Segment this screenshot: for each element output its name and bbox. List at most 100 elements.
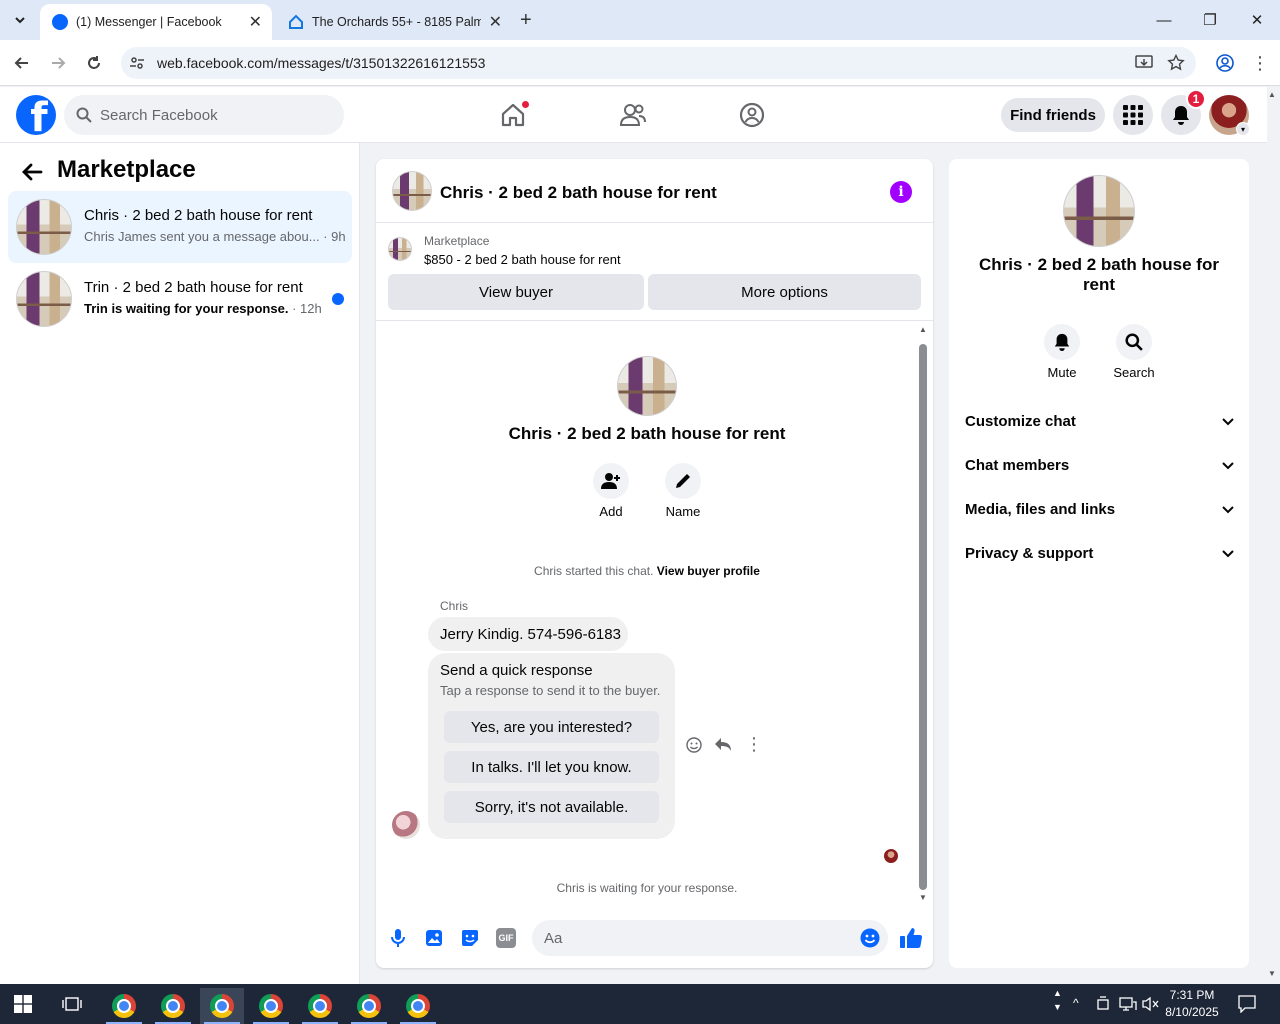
add-person-icon (601, 473, 620, 489)
taskbar-chrome-2[interactable] (151, 988, 195, 1024)
taskbar-chrome-6[interactable] (347, 988, 391, 1024)
media-files-links-row[interactable]: Media, files and links (965, 494, 1235, 524)
restore-button[interactable]: ❐ (1187, 0, 1233, 40)
chat-header-avatar[interactable] (392, 171, 432, 211)
friends-icon (619, 104, 646, 126)
browser-tab-messenger[interactable]: (1) Messenger | Facebook ✕ (40, 4, 272, 40)
tab-search-button[interactable] (9, 8, 31, 32)
new-tab-button[interactable]: + (520, 9, 532, 32)
close-window-button[interactable]: ✕ (1234, 0, 1280, 40)
forward-button[interactable] (47, 52, 69, 74)
quick-response-not-available[interactable]: Sorry, it's not available. (444, 791, 659, 823)
task-view-icon[interactable] (62, 995, 82, 1013)
microphone-icon[interactable] (388, 928, 408, 948)
customize-chat-row[interactable]: Customize chat (965, 406, 1235, 436)
facebook-search-box[interactable] (64, 95, 344, 135)
facebook-logo[interactable]: f (16, 95, 56, 135)
chrome-icon (161, 994, 185, 1018)
section-label: Chat members (965, 456, 1070, 474)
meet-now-icon[interactable] (1096, 996, 1110, 1012)
browser-menu-icon[interactable]: ⋮ (1251, 54, 1269, 72)
chrome-icon (259, 994, 283, 1018)
chevron-down-icon[interactable]: ▾ (1236, 122, 1250, 136)
conversation-item-trin[interactable]: Trin · 2 bed 2 bath house for rent Trin … (8, 263, 352, 335)
photo-attach-icon[interactable] (424, 928, 444, 948)
sender-name: Chris (440, 599, 469, 613)
chat-started-notice: Chris started this chat. View buyer prof… (534, 564, 760, 578)
page-scroll-up-arrow[interactable]: ▲ (1268, 90, 1276, 99)
thumbs-up-icon[interactable] (899, 926, 923, 950)
notification-center-icon[interactable] (1238, 995, 1256, 1013)
sticker-icon[interactable] (460, 928, 480, 948)
search-icon (76, 107, 92, 123)
minimize-button[interactable]: — (1141, 0, 1187, 40)
taskbar-chrome-5[interactable] (298, 988, 342, 1024)
quick-response-yes[interactable]: Yes, are you interested? (444, 711, 659, 743)
tab-close-icon[interactable]: ✕ (249, 12, 262, 32)
taskbar-chrome-7[interactable] (396, 988, 440, 1024)
browser-tab-orchards[interactable]: The Orchards 55+ - 8185 Palme ✕ (276, 4, 512, 40)
find-friends-button[interactable]: Find friends (1001, 98, 1105, 132)
chat-intro-avatar (617, 356, 677, 416)
bookmark-star-icon[interactable] (1167, 54, 1185, 72)
conversation-item-chris[interactable]: Chris · 2 bed 2 bath house for rent Chri… (8, 191, 352, 263)
search-in-chat-button[interactable] (1116, 324, 1152, 360)
view-buyer-button[interactable]: View buyer (388, 274, 644, 310)
scroll-down-arrow[interactable]: ▼ (919, 893, 927, 902)
view-buyer-profile-link[interactable]: View buyer profile (657, 564, 760, 578)
emoji-picker-icon[interactable] (860, 928, 880, 948)
message-bubble[interactable]: Jerry Kindig. 574-596-6183 (428, 617, 628, 651)
grid-menu-icon (1123, 105, 1143, 125)
message-more-icon[interactable]: ⋮ (745, 734, 763, 754)
back-button[interactable] (11, 52, 33, 74)
taskbar-chrome-4[interactable] (249, 988, 293, 1024)
windows-start-icon[interactable] (14, 995, 32, 1013)
tab-title: (1) Messenger | Facebook (76, 15, 222, 29)
friends-nav-button[interactable] (617, 99, 649, 131)
chat-header-title[interactable]: Chris · 2 bed 2 bath house for rent (440, 183, 717, 203)
search-input[interactable] (100, 106, 320, 124)
waiting-notice: Chris is waiting for your response. (556, 881, 738, 895)
network-icon[interactable] (1119, 996, 1137, 1012)
gif-icon[interactable]: GIF (496, 928, 516, 948)
taskbar-chrome-1[interactable] (102, 988, 146, 1024)
quick-response-in-talks[interactable]: In talks. I'll let you know. (444, 751, 659, 783)
taskbar-clock[interactable]: 7:31 PM 8/10/2025 (1160, 987, 1224, 1021)
groups-nav-button[interactable] (736, 99, 768, 131)
volume-muted-icon[interactable] (1142, 996, 1160, 1012)
listing-title[interactable]: $850 - 2 bed 2 bath house for rent (424, 252, 621, 267)
arrow-left-icon (14, 57, 28, 69)
reload-button[interactable] (83, 52, 105, 74)
site-info-icon[interactable] (129, 55, 145, 71)
details-avatar[interactable] (1063, 175, 1135, 247)
more-options-button[interactable]: More options (648, 274, 921, 310)
reply-icon[interactable] (714, 737, 732, 753)
taskbar-scroll-arrows[interactable]: ▲ ▼ (1053, 986, 1062, 1014)
mute-button[interactable] (1044, 324, 1080, 360)
back-arrow-icon[interactable] (20, 160, 44, 184)
page-scroll-down-arrow[interactable]: ▼ (1268, 969, 1276, 978)
taskbar-chrome-3[interactable] (200, 988, 244, 1024)
info-icon[interactable]: i (890, 181, 912, 203)
listing-thumbnail (388, 237, 412, 261)
scroll-up-arrow[interactable]: ▲ (919, 325, 927, 334)
install-app-icon[interactable] (1135, 54, 1153, 72)
add-people-button[interactable] (593, 463, 629, 499)
profile-icon[interactable] (1216, 54, 1234, 72)
menu-button[interactable] (1113, 95, 1153, 135)
hidden-icons-chevron-icon[interactable]: ^ (1073, 996, 1079, 1010)
tab-close-icon[interactable]: ✕ (489, 12, 502, 32)
sender-avatar[interactable] (392, 811, 420, 839)
pencil-icon (676, 474, 690, 488)
edit-name-button[interactable] (665, 463, 701, 499)
message-composer[interactable] (532, 920, 888, 956)
chat-members-row[interactable]: Chat members (965, 450, 1235, 480)
clock-date: 8/10/2025 (1165, 1005, 1219, 1019)
listing-thumbnail (16, 199, 72, 255)
react-emoji-icon[interactable] (686, 737, 702, 753)
message-input[interactable] (532, 920, 832, 956)
privacy-support-row[interactable]: Privacy & support (965, 538, 1235, 568)
tab-title: The Orchards 55+ - 8185 Palme (312, 15, 481, 29)
page-scrollbar[interactable] (1267, 87, 1280, 984)
chat-scrollbar-thumb[interactable] (919, 344, 927, 890)
